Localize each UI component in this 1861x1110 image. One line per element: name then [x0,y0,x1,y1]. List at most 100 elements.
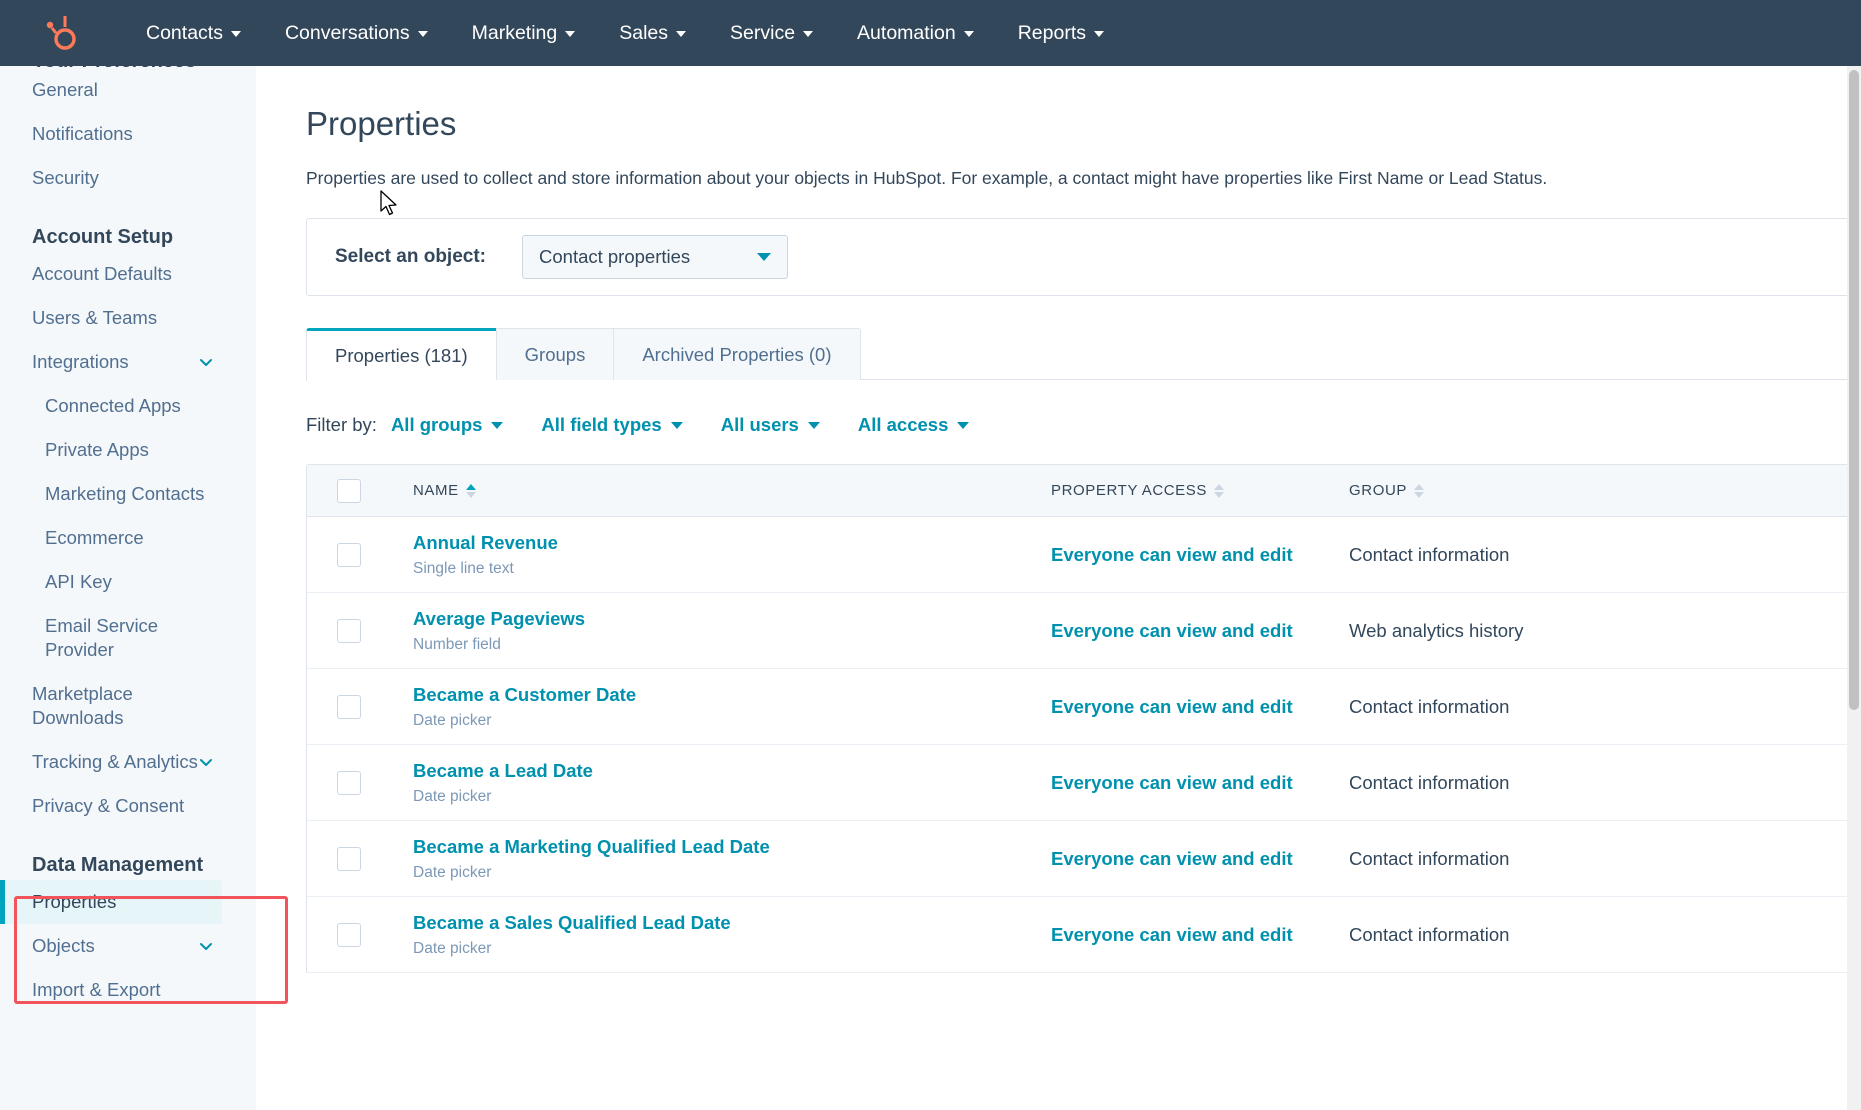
property-group-cell: Contact information [1349,924,1749,946]
sidebar-item-account-defaults[interactable]: Account Defaults [0,252,256,296]
chevron-down-icon [198,938,214,954]
sidebar-item-label: Notifications [32,123,133,144]
row-checkbox[interactable] [337,922,361,947]
sort-icon[interactable] [1414,483,1425,498]
table-row[interactable]: Average Pageviews Number field Everyone … [307,593,1860,669]
property-name-link[interactable]: Annual Revenue [413,531,1051,555]
table-row[interactable]: Became a Lead Date Date picker Everyone … [307,745,1860,821]
sidebar-item-users-and-teams[interactable]: Users & Teams [0,296,256,340]
sidebar-item-general[interactable]: General [0,68,256,112]
sidebar-item-privacy-and-consent[interactable]: Privacy & Consent [0,784,256,828]
sort-icon[interactable] [465,483,476,498]
property-access-link[interactable]: Everyone can view and edit [1051,696,1293,717]
tab-properties[interactable]: Properties (181) [306,328,496,381]
table-row[interactable]: Became a Customer Date Date picker Every… [307,669,1860,745]
filter-all-access[interactable]: All access [858,414,970,436]
row-select-cell [307,846,391,871]
property-access-link[interactable]: Everyone can view and edit [1051,772,1293,793]
hubspot-logo-icon[interactable] [42,14,76,52]
sidebar-scrollbar-thumb[interactable] [1849,70,1859,710]
sidebar-item-connected-apps[interactable]: Connected Apps [0,384,256,428]
sidebar-item-label: Privacy & Consent [32,795,185,816]
property-group-text: Contact information [1349,771,1510,793]
sidebar-item-label: Marketplace Downloads [32,683,133,728]
property-group-cell: Contact information [1349,848,1749,870]
row-checkbox[interactable] [337,770,361,795]
row-checkbox[interactable] [337,694,361,719]
select-all-checkbox[interactable] [337,478,361,503]
sidebar-item-notifications[interactable]: Notifications [0,112,256,156]
sidebar-item-objects[interactable]: Objects [0,924,256,968]
filter-label-text: All access [857,414,949,435]
object-selector-dropdown[interactable]: Contact properties [522,235,788,279]
row-checkbox[interactable] [337,846,361,871]
tab-label: Groups [524,343,586,365]
nav-item-label: Marketing [471,21,558,44]
properties-table: NAME PROPERTY ACCESS GROUP Annual Revenu… [306,464,1861,973]
sidebar-item-email-service-provider[interactable]: Email Service Provider [0,604,256,672]
property-name-cell: Average Pageviews Number field [391,607,1051,655]
property-access-link[interactable]: Everyone can view and edit [1051,924,1293,945]
sidebar-item-integrations[interactable]: Integrations [0,340,256,384]
table-row[interactable]: Annual Revenue Single line text Everyone… [307,517,1860,593]
nav-item-marketing[interactable]: Marketing [450,0,598,66]
sidebar-item-api-key[interactable]: API Key [0,560,256,604]
property-access-link[interactable]: Everyone can view and edit [1051,620,1293,641]
filter-all-field-types[interactable]: All field types [541,414,683,436]
property-field-type: Date picker [413,711,492,729]
property-name-link[interactable]: Became a Marketing Qualified Lead Date [413,835,1051,859]
property-access-link[interactable]: Everyone can view and edit [1051,544,1293,565]
object-selector-label: Select an object: [335,246,486,267]
column-header-group[interactable]: GROUP [1349,482,1749,499]
row-checkbox[interactable] [337,542,361,567]
property-name-link[interactable]: Became a Sales Qualified Lead Date [413,911,1051,935]
property-name-link[interactable]: Became a Customer Date [413,683,1051,707]
tab-groups[interactable]: Groups [495,328,614,380]
table-row[interactable]: Became a Marketing Qualified Lead Date D… [307,821,1860,897]
property-field-type: Date picker [413,939,492,957]
sidebar-item-label: Import & Export [32,979,161,1000]
filter-all-groups[interactable]: All groups [391,414,504,436]
sidebar-item-marketing-contacts[interactable]: Marketing Contacts [0,472,256,516]
property-group-text: Contact information [1349,923,1510,945]
property-name-link[interactable]: Average Pageviews [413,607,1051,631]
nav-item-automation[interactable]: Automation [835,0,996,66]
property-group-cell: Contact information [1349,544,1749,566]
nav-item-contacts[interactable]: Contacts [124,0,263,66]
column-header-label: GROUP [1349,482,1408,499]
sidebar-item-import-and-export[interactable]: Import & Export [0,968,256,1012]
nav-item-label: Automation [857,21,956,44]
tab-archived-properties[interactable]: Archived Properties (0) [613,328,861,380]
nav-item-sales[interactable]: Sales [597,0,708,66]
chevron-down-icon [417,31,428,37]
sidebar-item-label: Marketing Contacts [45,483,205,504]
sidebar-item-ecommerce[interactable]: Ecommerce [0,516,256,560]
sidebar-item-security[interactable]: Security [0,156,256,200]
filter-all-users[interactable]: All users [721,414,820,436]
sidebar-item-tracking-and-analytics[interactable]: Tracking & Analytics [0,740,256,784]
property-access-link[interactable]: Everyone can view and edit [1051,848,1293,869]
sidebar-item-label: Users & Teams [32,307,158,328]
sidebar-item-private-apps[interactable]: Private Apps [0,428,256,472]
select-all-cell [307,478,391,503]
property-name-cell: Became a Lead Date Date picker [391,759,1051,807]
sort-icon[interactable] [1214,483,1224,498]
nav-item-label: Conversations [284,21,410,44]
column-header-property-access[interactable]: PROPERTY ACCESS [1051,482,1349,499]
sidebar-item-properties[interactable]: Properties [0,880,222,924]
property-name-link[interactable]: Became a Lead Date [413,759,1051,783]
nav-item-conversations[interactable]: Conversations [263,0,450,66]
nav-item-service[interactable]: Service [708,0,835,66]
property-field-type: Date picker [413,863,492,881]
settings-sidebar[interactable]: Your Preferences General Notifications S… [0,52,256,1110]
row-checkbox[interactable] [337,618,361,643]
sidebar-item-marketplace-downloads[interactable]: Marketplace Downloads [0,672,256,740]
table-row[interactable]: Became a Sales Qualified Lead Date Date … [307,897,1860,973]
nav-item-reports[interactable]: Reports [996,0,1126,66]
sidebar-item-label: Objects [32,935,95,956]
property-group-text: Contact information [1349,847,1510,869]
column-header-name[interactable]: NAME [391,482,1051,499]
sidebar-item-label: Integrations [32,351,129,372]
sidebar-scrollbar[interactable] [1847,52,1861,1110]
